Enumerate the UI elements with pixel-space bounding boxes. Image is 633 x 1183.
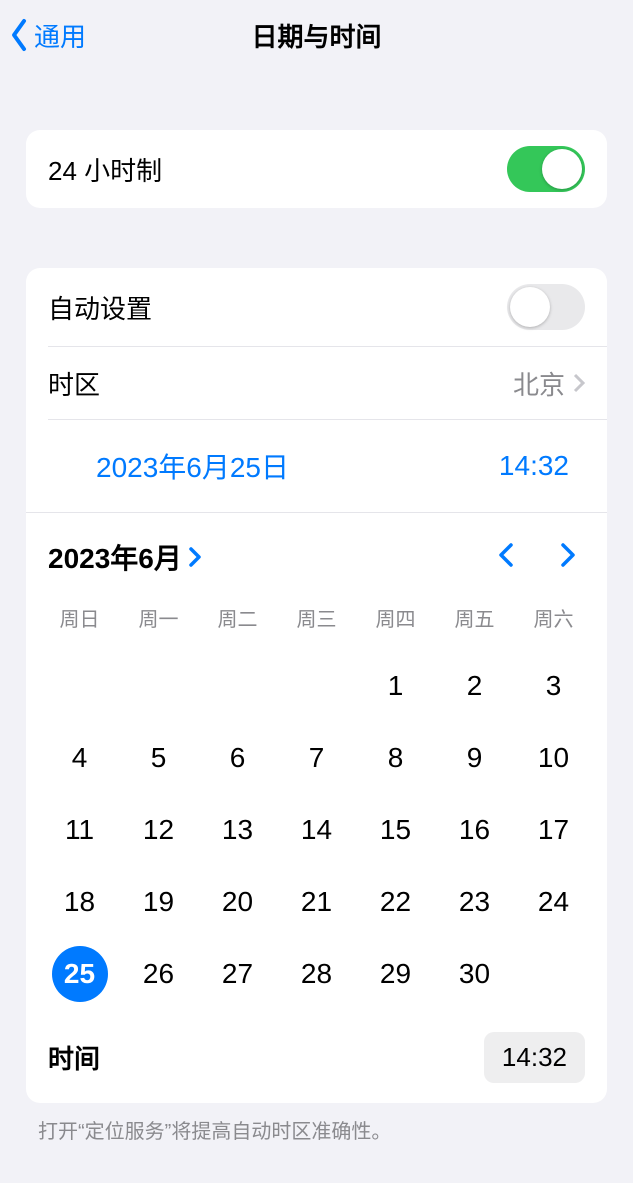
time-value-button[interactable]: 14:32 (484, 1032, 585, 1083)
calendar-day[interactable]: 10 (514, 722, 593, 794)
calendar-day[interactable]: 13 (198, 794, 277, 866)
time-label: 时间 (48, 1039, 100, 1076)
timezone-label: 时区 (48, 365, 100, 402)
auto-set-toggle[interactable] (507, 284, 585, 330)
calendar-day[interactable]: 21 (277, 866, 356, 938)
calendar-day[interactable]: 25 (40, 938, 119, 1010)
twenty-four-hour-label: 24 小时制 (48, 151, 162, 188)
weekday-label: 周二 (198, 597, 277, 650)
calendar-day[interactable]: 15 (356, 794, 435, 866)
calendar-day[interactable]: 7 (277, 722, 356, 794)
month-picker-button[interactable]: 2023年6月 (48, 537, 202, 577)
chevron-right-icon (559, 541, 577, 569)
prev-month-button[interactable] (497, 541, 515, 574)
timezone-row[interactable]: 时区 北京 (26, 347, 607, 419)
weekday-label: 周五 (435, 597, 514, 650)
auto-set-row: 自动设置 (26, 268, 607, 346)
calendar-day[interactable]: 29 (356, 938, 435, 1010)
weekday-label: 周四 (356, 597, 435, 650)
current-datetime-row: 2023年6月25日 14:32 (26, 420, 607, 512)
footer-note: 打开“定位服务”将提高自动时区准确性。 (0, 1103, 633, 1144)
calendar-blank (119, 650, 198, 722)
calendar-blank (198, 650, 277, 722)
calendar-day[interactable]: 18 (40, 866, 119, 938)
calendar-day[interactable]: 22 (356, 866, 435, 938)
back-button[interactable]: 通用 (0, 17, 86, 54)
calendar-day[interactable]: 1 (356, 650, 435, 722)
calendar-blank (40, 650, 119, 722)
calendar-day[interactable]: 17 (514, 794, 593, 866)
weekday-label: 周三 (277, 597, 356, 650)
chevron-right-icon (188, 546, 202, 568)
current-date-button[interactable]: 2023年6月25日 (96, 446, 289, 486)
calendar-day[interactable]: 6 (198, 722, 277, 794)
weekday-label: 周六 (514, 597, 593, 650)
twenty-four-hour-row: 24 小时制 (26, 130, 607, 208)
chevron-right-icon (573, 373, 585, 393)
calendar-day[interactable]: 9 (435, 722, 514, 794)
page-title: 日期与时间 (0, 17, 633, 54)
calendar-day[interactable]: 20 (198, 866, 277, 938)
calendar-day[interactable]: 27 (198, 938, 277, 1010)
chevron-left-icon (10, 18, 30, 52)
calendar-day[interactable]: 28 (277, 938, 356, 1010)
twenty-four-hour-toggle[interactable] (507, 146, 585, 192)
calendar-day[interactable]: 5 (119, 722, 198, 794)
auto-set-label: 自动设置 (48, 289, 152, 326)
calendar-day[interactable]: 4 (40, 722, 119, 794)
calendar-day[interactable]: 30 (435, 938, 514, 1010)
month-label: 2023年6月 (48, 537, 182, 577)
calendar-day[interactable]: 2 (435, 650, 514, 722)
calendar-day[interactable]: 24 (514, 866, 593, 938)
calendar-day[interactable]: 14 (277, 794, 356, 866)
next-month-button[interactable] (559, 541, 577, 574)
chevron-left-icon (497, 541, 515, 569)
calendar-day[interactable]: 8 (356, 722, 435, 794)
calendar-day[interactable]: 19 (119, 866, 198, 938)
current-time-button[interactable]: 14:32 (499, 450, 577, 482)
calendar-day[interactable]: 3 (514, 650, 593, 722)
timezone-value: 北京 (513, 365, 565, 402)
toggle-knob (542, 149, 582, 189)
toggle-knob (510, 287, 550, 327)
weekday-label: 周日 (40, 597, 119, 650)
time-row: 时间 14:32 (26, 1020, 607, 1103)
calendar-blank (277, 650, 356, 722)
calendar-day[interactable]: 12 (119, 794, 198, 866)
calendar-day[interactable]: 23 (435, 866, 514, 938)
calendar-day[interactable]: 11 (40, 794, 119, 866)
calendar: 2023年6月 周日周一周二周三周四周五周六 12345678910111213… (26, 513, 607, 1020)
weekday-label: 周一 (119, 597, 198, 650)
back-label: 通用 (34, 17, 86, 54)
calendar-day[interactable]: 16 (435, 794, 514, 866)
calendar-day[interactable]: 26 (119, 938, 198, 1010)
